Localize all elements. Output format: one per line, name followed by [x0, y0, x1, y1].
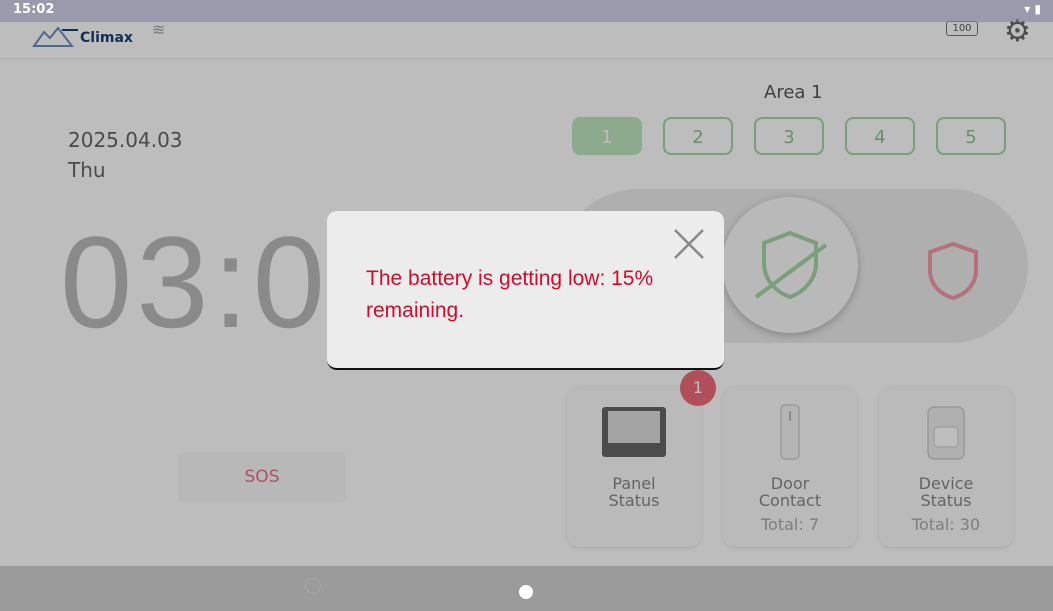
nav-home-icon[interactable]	[519, 585, 533, 599]
status-time: 15:02	[13, 2, 55, 17]
status-bar: 15:02 ▾ ▮	[0, 0, 1053, 22]
dialog-message: The battery is getting low: 15% remainin…	[366, 267, 654, 322]
close-icon[interactable]	[671, 226, 707, 262]
nav-back-icon[interactable]	[305, 578, 321, 594]
navigation-bar	[0, 566, 1053, 611]
low-battery-dialog: The battery is getting low: 15% remainin…	[327, 211, 724, 370]
